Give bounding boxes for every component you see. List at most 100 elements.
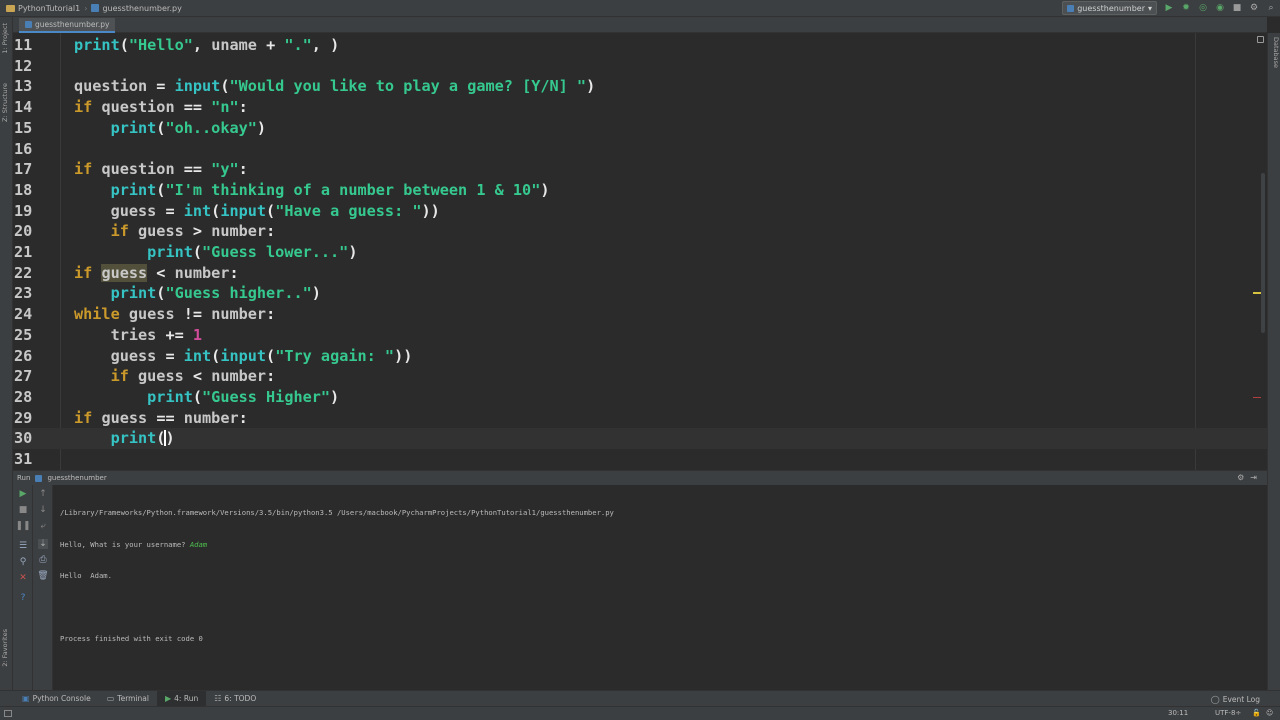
scroll-to-end-icon[interactable]: ⇣	[38, 539, 48, 549]
run-configuration-select[interactable]: guessthenumber ▾	[1062, 1, 1157, 15]
code-line[interactable]: 30 print()	[13, 428, 1267, 449]
code-line[interactable]: 27 if guess < number:	[13, 366, 1267, 387]
help-icon[interactable]: ?	[18, 593, 28, 603]
code-token: :	[238, 160, 248, 179]
code-token: =	[165, 201, 184, 220]
trash-icon[interactable]: 🗑	[37, 571, 48, 581]
rerun-icon[interactable]: ▶	[18, 489, 28, 499]
database-tool-button[interactable]: Database	[1269, 37, 1280, 68]
terminal-label: Terminal	[117, 694, 149, 703]
code-line[interactable]: 31	[13, 449, 1267, 470]
code-line[interactable]: 11 print("Hello", uname + ".", )	[13, 35, 1267, 56]
code-text: print("oh..okay")	[74, 118, 266, 139]
code-token: (	[211, 201, 221, 220]
run-panel-title: Run	[17, 474, 31, 482]
code-token: if	[110, 367, 139, 386]
code-token: question	[101, 98, 184, 117]
tab-guessthenumber[interactable]: guessthenumber.py	[19, 18, 116, 33]
stop-icon[interactable]: ■	[1232, 3, 1242, 13]
inspector-icon[interactable]: ☺	[1266, 709, 1273, 717]
todo-button[interactable]: ☷ 6: TODO	[206, 691, 264, 707]
code-token: print	[110, 284, 157, 303]
code-token: ,	[192, 36, 212, 54]
console-output[interactable]: /Library/Frameworks/Python.framework/Ver…	[60, 487, 614, 666]
run-panel-header: Run guessthenumber ⚙ ⇥	[13, 471, 1267, 485]
pin-icon[interactable]: ⚲	[18, 557, 28, 567]
lock-icon[interactable]: 🔓	[1252, 709, 1261, 717]
run-tab-label[interactable]: guessthenumber	[47, 474, 106, 482]
coverage-icon[interactable]: ◎	[1198, 3, 1208, 13]
caret-position[interactable]: 30:11	[1168, 709, 1188, 717]
code-line[interactable]: 26 guess = int(input("Try again: "))	[13, 346, 1267, 367]
code-line[interactable]: 25 tries += 1	[13, 325, 1267, 346]
code-line[interactable]: 28 print("Guess Higher")	[13, 387, 1267, 408]
code-line[interactable]: 16	[13, 139, 1267, 160]
breadcrumb-project[interactable]: PythonTutorial1	[18, 4, 80, 13]
run-toolbar-secondary: ↑ ↓ ⤶ ⇣ ⎙ 🗑	[33, 485, 53, 691]
code-line[interactable]: 12	[13, 56, 1267, 77]
structure-tool-button[interactable]: Z: Structure	[1, 83, 12, 122]
event-log-button[interactable]: ◯ Event Log	[1211, 691, 1260, 707]
code-editor[interactable]: 11 print("Hello", uname + ".", ) 12 13 quest…	[13, 33, 1267, 470]
code-line[interactable]: 18 print("I'm thinking of a number betwe…	[13, 180, 1267, 201]
line-number: 23	[14, 284, 33, 303]
arrow-down-icon[interactable]: ↓	[38, 505, 48, 515]
code-token: :	[238, 98, 248, 117]
gear-icon[interactable]: ⚙	[1237, 473, 1244, 482]
code-token: <	[192, 367, 212, 386]
arrow-up-icon[interactable]: ↑	[38, 489, 48, 499]
code-text: guess = int(input("Try again: "))	[74, 346, 413, 367]
pause-icon[interactable]: ❚❚	[15, 521, 30, 531]
breadcrumb-file[interactable]: guessthenumber.py	[102, 4, 181, 13]
code-text: tries += 1	[74, 325, 202, 346]
code-token: <	[147, 263, 175, 282]
close-icon[interactable]: ✕	[18, 573, 28, 583]
line-number: 13	[14, 77, 33, 96]
code-line[interactable]: 14 if question == "n":	[13, 97, 1267, 118]
favorites-tool-button[interactable]: 2: Favorites	[1, 629, 12, 667]
soft-wrap-icon[interactable]: ⤶	[38, 521, 48, 531]
terminal-button[interactable]: ▭ Terminal	[99, 691, 157, 707]
line-number: 21	[14, 243, 33, 261]
code-token: ==	[183, 98, 212, 117]
run-button[interactable]: ▶ 4: Run	[156, 690, 207, 707]
line-number: 17	[14, 160, 33, 179]
code-token: if	[110, 222, 139, 241]
code-line[interactable]: 24 while guess != number:	[13, 304, 1267, 325]
code-line[interactable]: 22 if guess < number:	[13, 263, 1267, 284]
code-token: input	[174, 77, 221, 96]
code-token: guess	[138, 222, 193, 241]
code-text: print("Guess lower...")	[74, 242, 357, 263]
code-line[interactable]: 20 if guess > number:	[13, 221, 1267, 242]
code-text: while guess != number:	[74, 304, 275, 325]
settings-icon[interactable]: ⚙	[1249, 3, 1259, 13]
python-console-button[interactable]: ▣ Python Console	[14, 691, 99, 707]
code-token: number	[174, 263, 230, 282]
run-toolbar-primary: ▶ ■ ❚❚ ☰ ⚲ ✕ ?	[13, 485, 33, 691]
file-encoding[interactable]: UTF-8÷	[1215, 709, 1241, 717]
run-icon[interactable]: ▶	[1164, 3, 1174, 13]
code-token: number	[211, 367, 267, 386]
code-line[interactable]: 29 if guess == number:	[13, 408, 1267, 429]
code-line[interactable]: 23 print("Guess higher..")	[13, 283, 1267, 304]
line-number: 14	[14, 98, 33, 117]
code-line[interactable]: 15 print("oh..okay")	[13, 118, 1267, 139]
stop-icon[interactable]: ■	[18, 505, 28, 515]
code-line[interactable]: 17 if question == "y":	[13, 159, 1267, 180]
profile-icon[interactable]: ◉	[1215, 3, 1225, 13]
project-tool-button[interactable]: 1: Project	[1, 23, 12, 54]
restore-layout-icon[interactable]: ☰	[18, 541, 28, 551]
code-line[interactable]: 21 print("Guess lower...")	[13, 242, 1267, 263]
line-number: 27	[14, 367, 33, 386]
hide-icon[interactable]: ⇥	[1250, 473, 1257, 482]
code-line[interactable]: 19 guess = int(input("Have a guess: "))	[13, 201, 1267, 222]
code-line[interactable]: 13 question = input("Would you like to pl…	[13, 76, 1267, 97]
print-icon[interactable]: ⎙	[38, 555, 48, 565]
search-icon[interactable]: ⌕	[1266, 3, 1276, 13]
code-token: print	[147, 387, 193, 406]
debug-icon[interactable]: ✹	[1181, 3, 1191, 13]
code-token: ==	[183, 160, 212, 179]
tool-windows-toggle-icon[interactable]	[4, 710, 12, 717]
